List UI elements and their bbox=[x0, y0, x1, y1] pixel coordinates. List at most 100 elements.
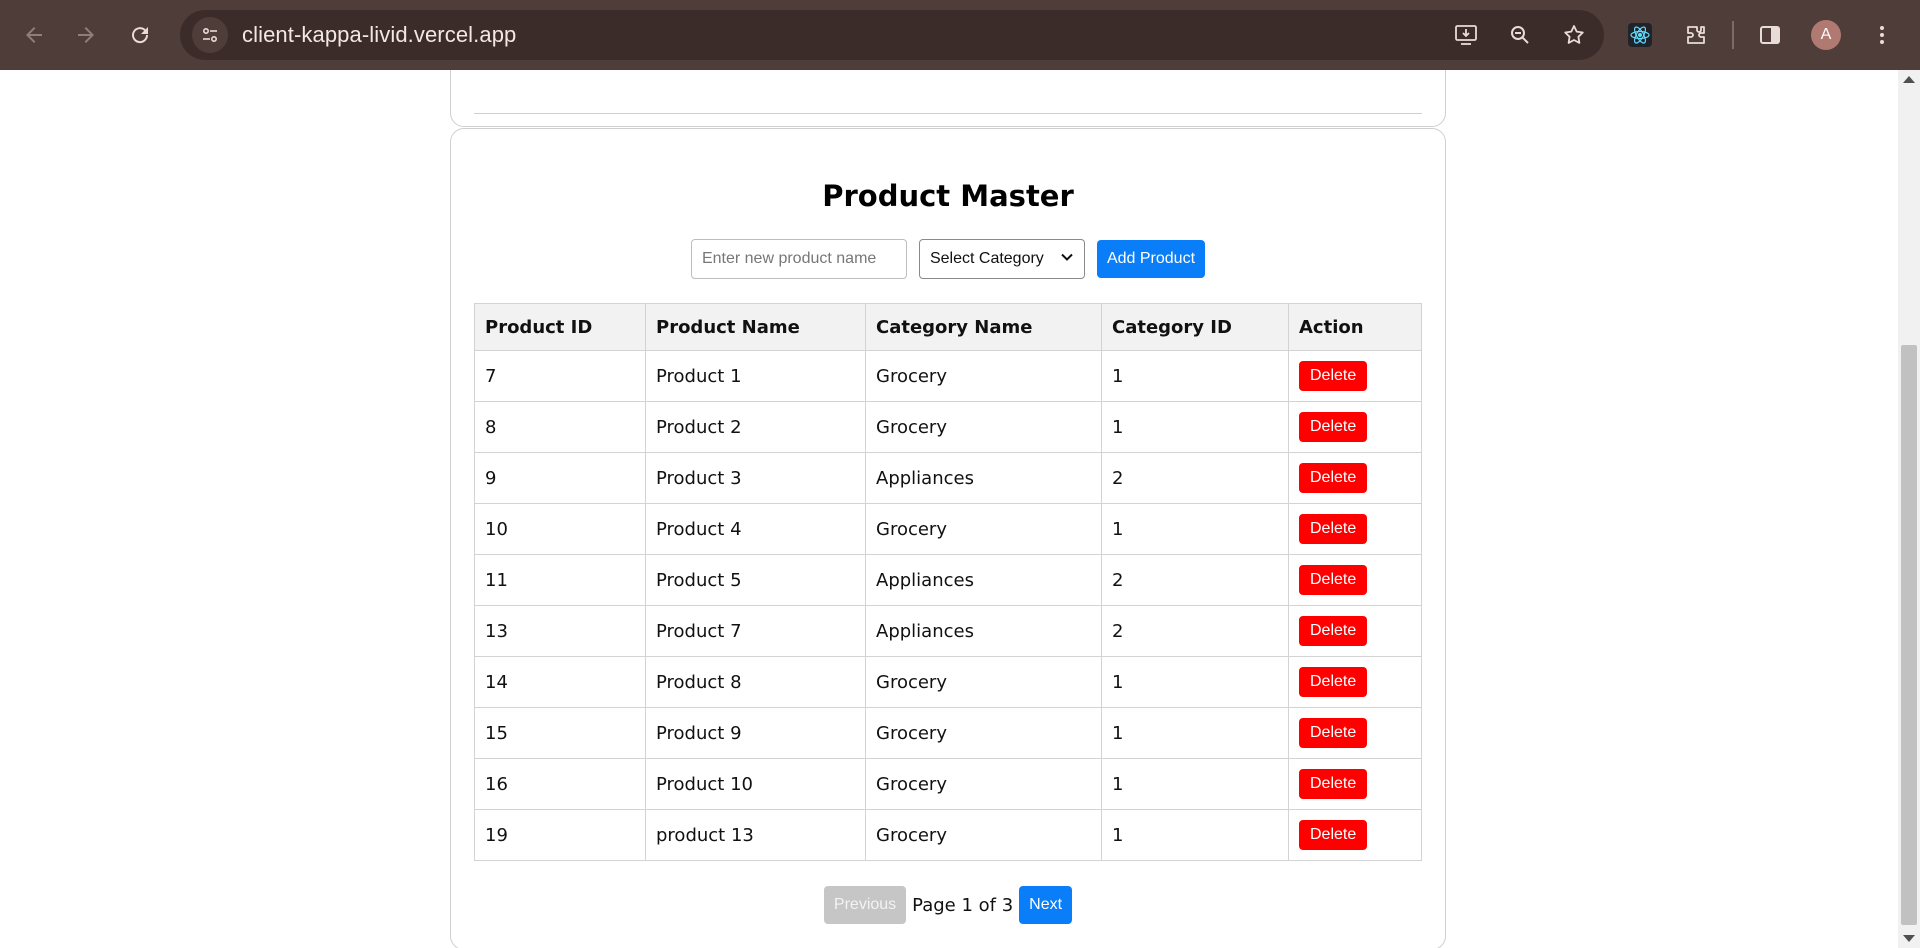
category-name-cell: Grocery bbox=[865, 350, 1102, 402]
category-name-cell: Appliances bbox=[865, 452, 1102, 504]
product-id-cell: 9 bbox=[474, 452, 646, 504]
product-name-cell: Product 9 bbox=[645, 707, 866, 759]
scroll-up-arrow-icon[interactable] bbox=[1903, 76, 1915, 83]
add-product-form: Select Category Add Product bbox=[451, 239, 1445, 279]
products-table: Product ID Product Name Category Name Ca… bbox=[474, 303, 1422, 861]
product-id-cell: 16 bbox=[474, 758, 646, 810]
product-name-cell: Product 3 bbox=[645, 452, 866, 504]
forward-icon[interactable] bbox=[66, 15, 106, 55]
category-id-cell: 1 bbox=[1101, 350, 1289, 402]
delete-button[interactable]: Delete bbox=[1299, 820, 1368, 850]
category-name-cell: Grocery bbox=[865, 809, 1102, 861]
add-product-button[interactable]: Add Product bbox=[1096, 240, 1206, 278]
product-id-cell: 11 bbox=[474, 554, 646, 606]
page-status: Page 1 of 3 bbox=[912, 894, 1014, 916]
column-header: Action bbox=[1288, 303, 1422, 351]
table-row: 19 product 13 Grocery 1 Delete bbox=[474, 809, 1422, 861]
action-cell: Delete bbox=[1288, 758, 1422, 810]
table-row: 8 Product 2 Grocery 1 Delete bbox=[474, 401, 1422, 453]
scroll-down-arrow-icon[interactable] bbox=[1903, 935, 1915, 942]
product-name-input[interactable] bbox=[690, 239, 907, 279]
product-name-cell: Product 2 bbox=[645, 401, 866, 453]
delete-button[interactable]: Delete bbox=[1299, 667, 1368, 697]
previous-page-button[interactable]: Previous bbox=[823, 886, 907, 924]
bookmark-star-icon[interactable] bbox=[1554, 15, 1594, 55]
delete-button[interactable]: Delete bbox=[1299, 463, 1368, 493]
avatar: A bbox=[1811, 20, 1841, 50]
category-select-value: Select Category bbox=[929, 250, 1044, 267]
product-name-cell: Product 1 bbox=[645, 350, 866, 402]
category-name-cell: Appliances bbox=[865, 554, 1102, 606]
category-select[interactable]: Select Category bbox=[918, 239, 1085, 279]
next-page-button[interactable]: Next bbox=[1019, 886, 1073, 924]
previous-section-card bbox=[450, 70, 1446, 127]
delete-button[interactable]: Delete bbox=[1299, 769, 1368, 799]
column-header: Category ID bbox=[1101, 303, 1289, 351]
category-id-cell: 1 bbox=[1101, 656, 1289, 708]
install-app-icon[interactable] bbox=[1446, 15, 1486, 55]
product-id-cell: 13 bbox=[474, 605, 646, 657]
product-name-cell: product 13 bbox=[645, 809, 866, 861]
reload-icon[interactable] bbox=[120, 15, 160, 55]
column-header: Product ID bbox=[474, 303, 646, 351]
action-cell: Delete bbox=[1288, 707, 1422, 759]
table-row: 9 Product 3 Appliances 2 Delete bbox=[474, 452, 1422, 504]
action-cell: Delete bbox=[1288, 401, 1422, 453]
column-header: Product Name bbox=[645, 303, 866, 351]
delete-button[interactable]: Delete bbox=[1299, 514, 1368, 544]
table-row: 11 Product 5 Appliances 2 Delete bbox=[474, 554, 1422, 606]
browser-toolbar: client-kappa-livid.vercel.app A bbox=[0, 0, 1920, 70]
table-row: 10 Product 4 Grocery 1 Delete bbox=[474, 503, 1422, 555]
delete-button[interactable]: Delete bbox=[1299, 718, 1368, 748]
site-settings-icon[interactable] bbox=[192, 17, 228, 53]
table-row: 13 Product 7 Appliances 2 Delete bbox=[474, 605, 1422, 657]
product-id-cell: 15 bbox=[474, 707, 646, 759]
action-cell: Delete bbox=[1288, 452, 1422, 504]
table-header-row: Product ID Product Name Category Name Ca… bbox=[474, 303, 1422, 351]
product-name-cell: Product 7 bbox=[645, 605, 866, 657]
action-cell: Delete bbox=[1288, 350, 1422, 402]
side-panel-icon[interactable] bbox=[1750, 15, 1790, 55]
extensions-icon[interactable] bbox=[1676, 15, 1716, 55]
category-id-cell: 2 bbox=[1101, 554, 1289, 606]
delete-button[interactable]: Delete bbox=[1299, 565, 1368, 595]
table-row: 15 Product 9 Grocery 1 Delete bbox=[474, 707, 1422, 759]
url-text[interactable]: client-kappa-livid.vercel.app bbox=[242, 22, 516, 48]
category-name-cell: Appliances bbox=[865, 605, 1102, 657]
react-devtools-icon[interactable] bbox=[1620, 15, 1660, 55]
delete-button[interactable]: Delete bbox=[1299, 412, 1368, 442]
product-id-cell: 14 bbox=[474, 656, 646, 708]
delete-button[interactable]: Delete bbox=[1299, 616, 1368, 646]
scrollbar-thumb[interactable] bbox=[1901, 345, 1917, 925]
profile-avatar[interactable]: A bbox=[1806, 15, 1846, 55]
vertical-scrollbar[interactable] bbox=[1898, 70, 1920, 948]
pagination: Previous Page 1 of 3 Next bbox=[451, 886, 1445, 924]
page-viewport: Product Master Select Category Add Produ… bbox=[0, 70, 1898, 948]
category-name-cell: Grocery bbox=[865, 503, 1102, 555]
category-id-cell: 1 bbox=[1101, 758, 1289, 810]
table-row: 14 Product 8 Grocery 1 Delete bbox=[474, 656, 1422, 708]
menu-icon[interactable] bbox=[1862, 15, 1902, 55]
address-bar[interactable]: client-kappa-livid.vercel.app bbox=[180, 10, 1604, 60]
table-row: 7 Product 1 Grocery 1 Delete bbox=[474, 350, 1422, 402]
product-master-card: Product Master Select Category Add Produ… bbox=[450, 128, 1446, 948]
column-header: Category Name bbox=[865, 303, 1102, 351]
action-cell: Delete bbox=[1288, 809, 1422, 861]
category-id-cell: 1 bbox=[1101, 707, 1289, 759]
action-cell: Delete bbox=[1288, 554, 1422, 606]
category-id-cell: 1 bbox=[1101, 401, 1289, 453]
toolbar-divider bbox=[1732, 21, 1734, 49]
product-name-cell: Product 10 bbox=[645, 758, 866, 810]
product-id-cell: 19 bbox=[474, 809, 646, 861]
zoom-icon[interactable] bbox=[1500, 15, 1540, 55]
table-row: 16 Product 10 Grocery 1 Delete bbox=[474, 758, 1422, 810]
category-id-cell: 2 bbox=[1101, 452, 1289, 504]
product-id-cell: 7 bbox=[474, 350, 646, 402]
product-name-cell: Product 5 bbox=[645, 554, 866, 606]
page-title: Product Master bbox=[822, 179, 1074, 213]
back-icon[interactable] bbox=[14, 15, 54, 55]
category-id-cell: 1 bbox=[1101, 809, 1289, 861]
delete-button[interactable]: Delete bbox=[1299, 361, 1368, 391]
action-cell: Delete bbox=[1288, 503, 1422, 555]
category-name-cell: Grocery bbox=[865, 707, 1102, 759]
